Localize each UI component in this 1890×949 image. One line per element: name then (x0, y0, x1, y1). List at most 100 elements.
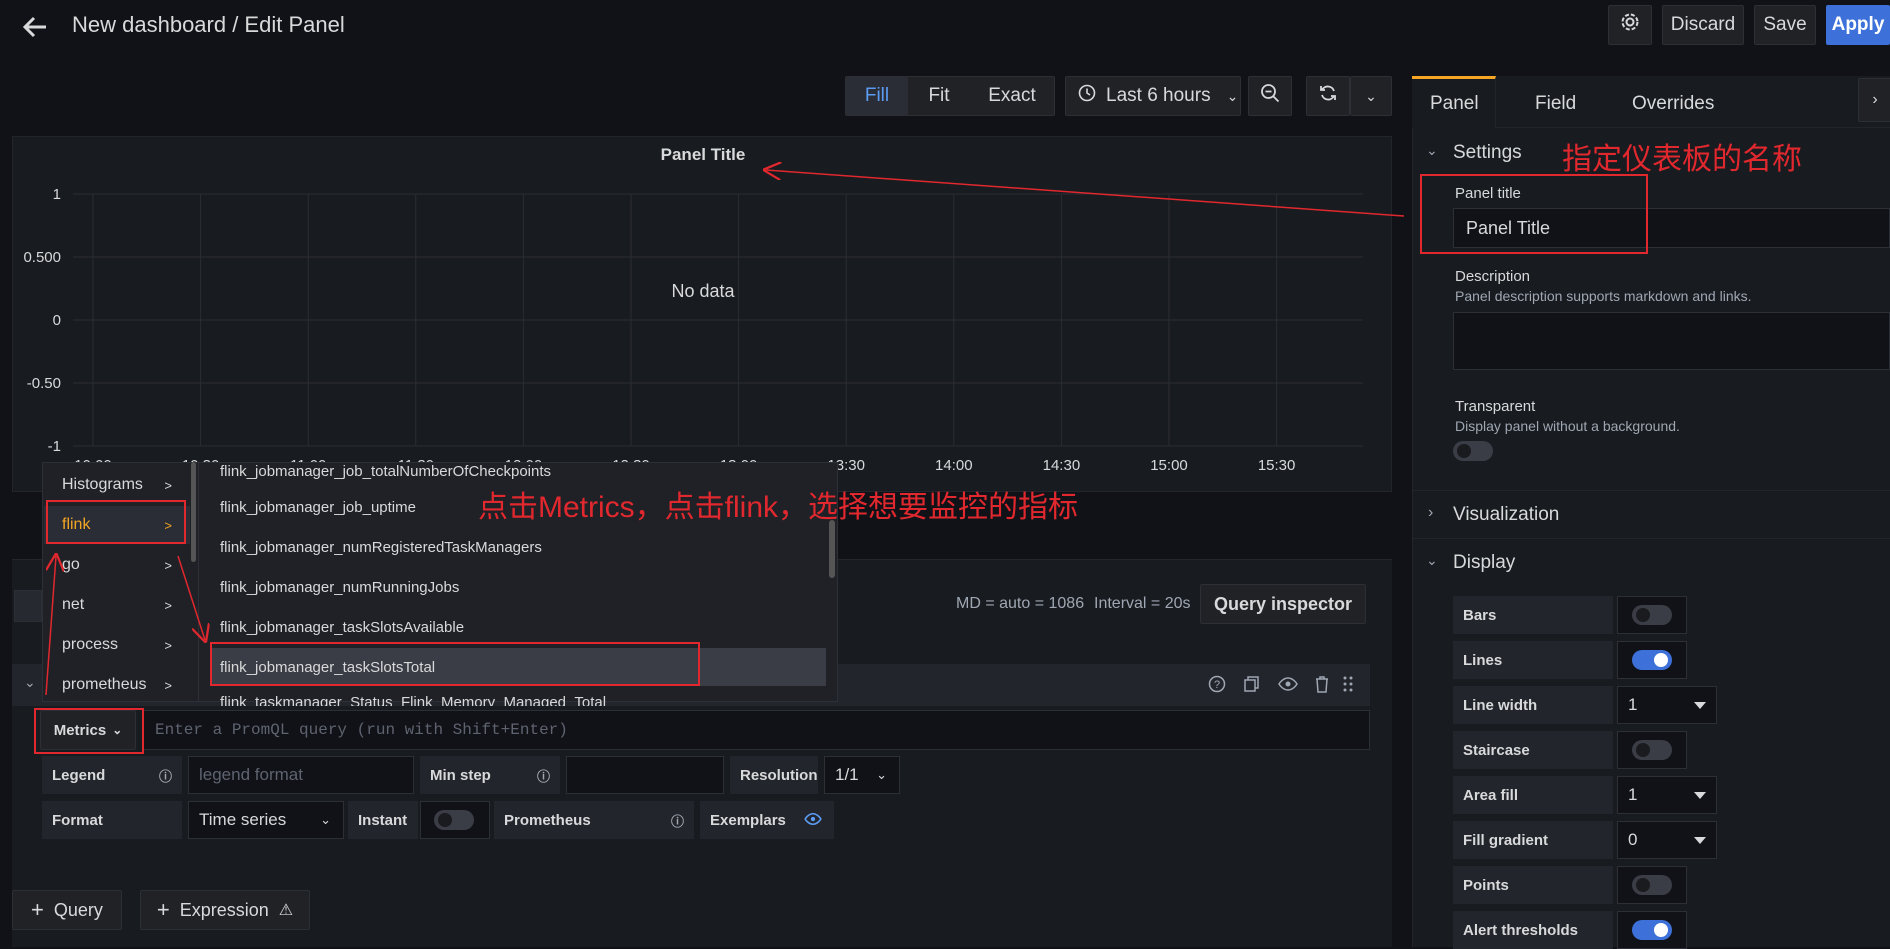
legend-format-input[interactable]: legend format (188, 756, 414, 794)
option-label: Bars (1453, 596, 1613, 634)
menu-item-label: net (62, 596, 85, 613)
zoom-out-button[interactable] (1248, 76, 1292, 116)
resolution-label: Resolution (730, 756, 818, 794)
gear-icon (1620, 12, 1640, 38)
trash-icon[interactable] (1314, 675, 1330, 698)
eye-icon[interactable] (804, 812, 822, 830)
option-toggle[interactable] (1632, 920, 1672, 940)
collapse-pane-button[interactable]: › (1858, 78, 1890, 122)
menu-item-category[interactable]: net > (44, 586, 190, 624)
section-divider (1412, 490, 1890, 491)
option-select-value: 1 (1628, 695, 1638, 714)
annotation-box-metrics-button (34, 708, 144, 754)
settings-button[interactable] (1608, 5, 1652, 45)
option-select-value: 0 (1628, 830, 1638, 849)
option-select[interactable]: 1 (1617, 776, 1717, 814)
option-label: Staircase (1453, 731, 1613, 769)
x-tick-label: 15:00 (1150, 457, 1188, 474)
back-arrow-icon[interactable] (20, 12, 50, 42)
drag-handle-icon[interactable] (1342, 675, 1354, 698)
chevron-right-icon: > (164, 557, 172, 573)
menu-item-label: prometheus (62, 676, 147, 693)
option-toggle[interactable] (1632, 650, 1672, 670)
caret-down-icon (1694, 837, 1706, 844)
info-icon: ⓘ (670, 813, 684, 829)
apply-button[interactable]: Apply (1826, 5, 1890, 45)
instant-label: Instant (348, 801, 418, 839)
display-section-title[interactable]: Display (1453, 552, 1515, 574)
section-divider (1412, 538, 1890, 539)
settings-section-title[interactable]: Settings (1453, 142, 1522, 164)
metric-option[interactable]: flink_jobmanager_numRunningJobs (212, 568, 826, 606)
menu-scrollbar[interactable] (191, 462, 196, 562)
query-inspector-button[interactable]: Query inspector (1200, 584, 1366, 624)
exemplars-label: Exemplars (700, 801, 834, 839)
option-toggle[interactable] (1632, 740, 1672, 760)
transparent-label: Transparent (1455, 398, 1536, 415)
annotation-box-panel-title (1420, 174, 1648, 254)
time-picker[interactable]: Last 6 hours ⌄ (1065, 76, 1241, 116)
chevron-down-icon[interactable]: ⌄ (1426, 142, 1438, 159)
eye-icon[interactable] (1278, 676, 1298, 697)
option-toggle[interactable] (1632, 605, 1672, 625)
submenu-scrollbar[interactable] (829, 520, 835, 578)
option-label: Area fill (1453, 776, 1613, 814)
y-tick-label: 0 (53, 312, 61, 329)
chart-canvas: 10.5000-0.50-110:0010:3011:0011:3012:001… (23, 186, 1363, 474)
chevron-right-icon: > (164, 677, 172, 693)
tab-field[interactable]: Field (1535, 93, 1576, 115)
option-select-value: 1 (1628, 785, 1638, 804)
chevron-right-icon[interactable]: › (1428, 504, 1433, 522)
format-select[interactable]: Time series ⌄ (188, 801, 344, 839)
resolution-select[interactable]: 1/1 ⌄ (824, 756, 900, 794)
promql-input[interactable]: Enter a PromQL query (run with Shift+Ent… (142, 710, 1370, 750)
save-button[interactable]: Save (1754, 5, 1816, 45)
help-icon[interactable]: ? (1208, 675, 1226, 698)
discard-button[interactable]: Discard (1662, 5, 1744, 45)
option-label: Line width (1453, 686, 1613, 724)
menu-item-category[interactable]: process > (44, 626, 190, 664)
duplicate-icon[interactable] (1243, 675, 1261, 698)
metric-option[interactable]: flink_jobmanager_taskSlotsAvailable (212, 608, 826, 646)
x-tick-label: 14:30 (1043, 457, 1081, 474)
tab-overrides[interactable]: Overrides (1632, 93, 1714, 115)
y-tick-label: 1 (53, 186, 61, 203)
fill-button[interactable]: Fill (846, 77, 908, 115)
min-step-input[interactable] (566, 756, 724, 794)
zoom-out-icon (1260, 83, 1280, 109)
page-title: New dashboard / Edit Panel (72, 12, 345, 37)
fit-button[interactable]: Fit (910, 77, 968, 115)
annotation-name-note: 指定仪表板的名称 (1562, 143, 1802, 176)
refresh-button[interactable] (1306, 76, 1350, 116)
refresh-interval-dropdown[interactable]: ⌄ (1350, 76, 1392, 116)
min-step-label: Min step ⓘ (420, 756, 560, 794)
menu-item-category[interactable]: prometheus > (44, 666, 190, 704)
menu-item-label: process (62, 636, 119, 653)
option-select[interactable]: 0 (1617, 821, 1717, 859)
metric-option[interactable]: flink_taskmanager_Status_Flink_Memory_Ma… (212, 688, 826, 706)
transparent-hint: Display panel without a background. (1455, 418, 1680, 434)
add-query-button[interactable]: + Query (12, 890, 122, 930)
transparent-toggle[interactable] (1453, 441, 1493, 461)
option-toggle[interactable] (1632, 875, 1672, 895)
menu-item-category[interactable]: go > (44, 546, 190, 584)
metric-option[interactable]: flink_jobmanager_numRegisteredTaskManage… (212, 528, 826, 566)
interval-info: Interval = 20s (1094, 595, 1191, 612)
chevron-down-icon[interactable]: ⌄ (1426, 552, 1438, 569)
datasource-icon[interactable] (14, 590, 42, 622)
menu-item-category[interactable]: Histograms > (44, 466, 190, 504)
legend-label: Legend ⓘ (42, 756, 182, 794)
chevron-down-icon[interactable]: ⌄ (24, 674, 36, 691)
menu-item-label: Histograms (62, 476, 143, 493)
description-textarea[interactable] (1453, 312, 1890, 370)
option-label: Alert thresholds (1453, 911, 1613, 949)
chevron-right-icon: > (164, 637, 172, 653)
instant-toggle[interactable] (434, 810, 474, 830)
exact-button[interactable]: Exact (970, 77, 1054, 115)
metric-option[interactable]: flink_jobmanager_job_totalNumberOfCheckp… (212, 462, 826, 480)
panel-preview: Panel Title 10.5000-0.50-110:0010:3011:0… (12, 136, 1392, 492)
chevron-down-icon: ⌄ (876, 767, 887, 782)
option-select[interactable]: 1 (1617, 686, 1717, 724)
add-expression-button[interactable]: + Expression ⚠ (140, 890, 310, 930)
visualization-section-title[interactable]: Visualization (1453, 504, 1559, 526)
